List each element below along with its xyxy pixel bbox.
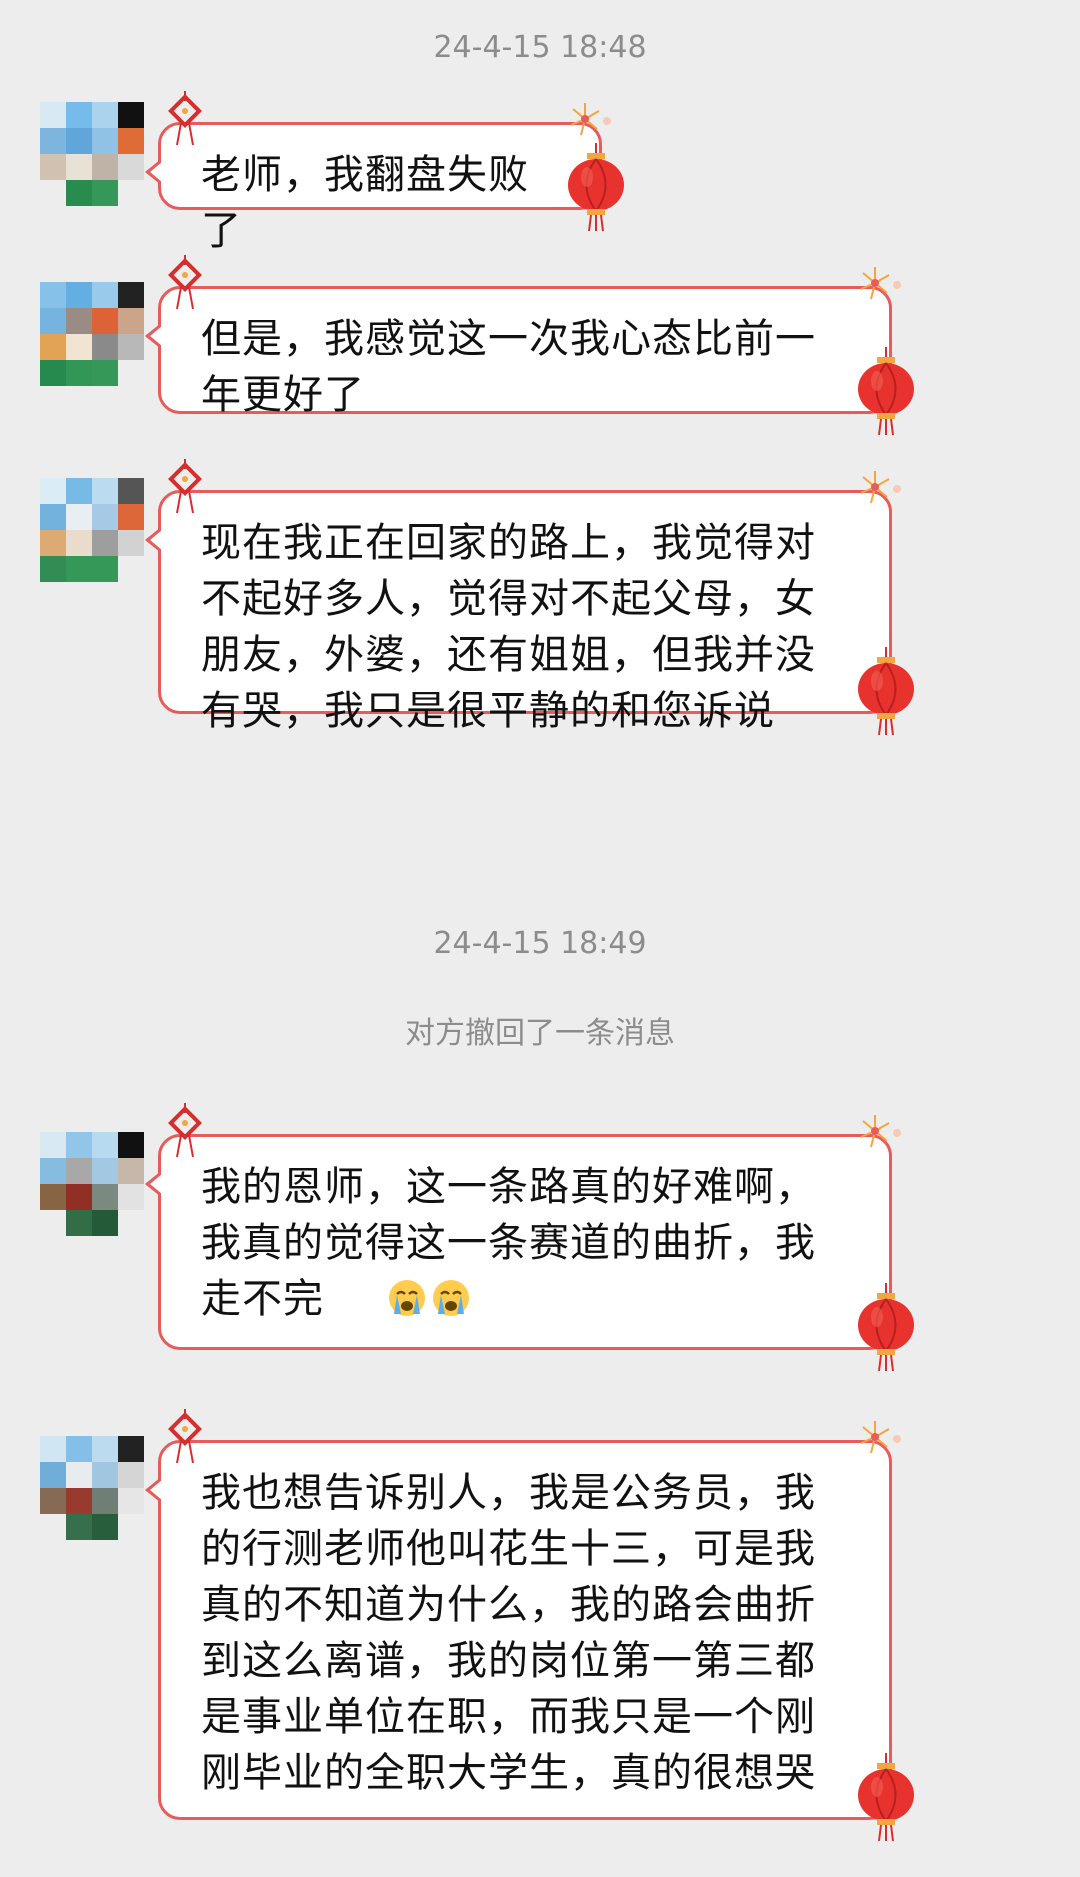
avatar[interactable] <box>40 1132 144 1236</box>
avatar[interactable] <box>40 282 144 386</box>
timestamp: 24-4-15 18:49 <box>433 926 647 961</box>
firework-flower-icon <box>860 267 901 300</box>
firework-flower-icon <box>860 471 901 504</box>
chinese-knot-icon <box>168 1409 202 1464</box>
red-lantern-icon <box>568 143 624 231</box>
message-bubble[interactable]: 老师，我翻盘失败了 <box>145 91 624 254</box>
loudly-crying-face-icon <box>389 1280 425 1316</box>
chinese-knot-icon <box>168 1103 202 1158</box>
firework-flower-icon <box>860 1115 901 1148</box>
avatar[interactable] <box>40 102 144 206</box>
message-text: 老师，我翻盘失败了 <box>201 152 529 254</box>
recall-notice: 对方撤回了一条消息 <box>405 1016 675 1051</box>
red-lantern-icon <box>858 1753 914 1841</box>
red-lantern-icon <box>858 647 914 735</box>
timestamp: 24-4-15 18:48 <box>433 30 647 65</box>
message-bubble[interactable]: 我的恩师，这一条路真的好难啊， 我真的觉得这一条赛道的曲折，我 走不完 <box>145 1103 914 1371</box>
red-lantern-icon <box>858 347 914 435</box>
chinese-knot-icon <box>168 255 202 310</box>
red-lantern-icon <box>858 1283 914 1371</box>
chat-screen: 24-4-15 18:48 老师，我翻盘失败了 但是，我感觉这一次我心态比前一 … <box>0 0 1080 1877</box>
message-text: 但是，我感觉这一次我心态比前一 年更好了 <box>201 316 816 418</box>
emoji-group <box>387 1271 475 1327</box>
message-text: 我也想告诉别人，我是公务员，我 的行测老师他叫花生十三，可是我 真的不知道为什么… <box>201 1470 816 1796</box>
chinese-knot-icon <box>168 91 202 146</box>
loudly-crying-face-icon <box>433 1280 469 1316</box>
firework-flower-icon <box>570 103 611 136</box>
message-bubble[interactable]: 我也想告诉别人，我是公务员，我 的行测老师他叫花生十三，可是我 真的不知道为什么… <box>145 1409 914 1841</box>
avatar[interactable] <box>40 1436 144 1540</box>
firework-flower-icon <box>860 1421 901 1454</box>
message-bubble[interactable]: 但是，我感觉这一次我心态比前一 年更好了 <box>145 255 914 435</box>
avatar[interactable] <box>40 478 144 582</box>
message-text: 现在我正在回家的路上，我觉得对 不起好多人，觉得对不起父母，女 朋友，外婆，还有… <box>201 520 816 734</box>
chinese-knot-icon <box>168 459 202 514</box>
message-bubble[interactable]: 现在我正在回家的路上，我觉得对 不起好多人，觉得对不起父母，女 朋友，外婆，还有… <box>145 459 914 735</box>
message-text: 我的恩师，这一条路真的好难啊， 我真的觉得这一条赛道的曲折，我 走不完 <box>201 1164 816 1322</box>
